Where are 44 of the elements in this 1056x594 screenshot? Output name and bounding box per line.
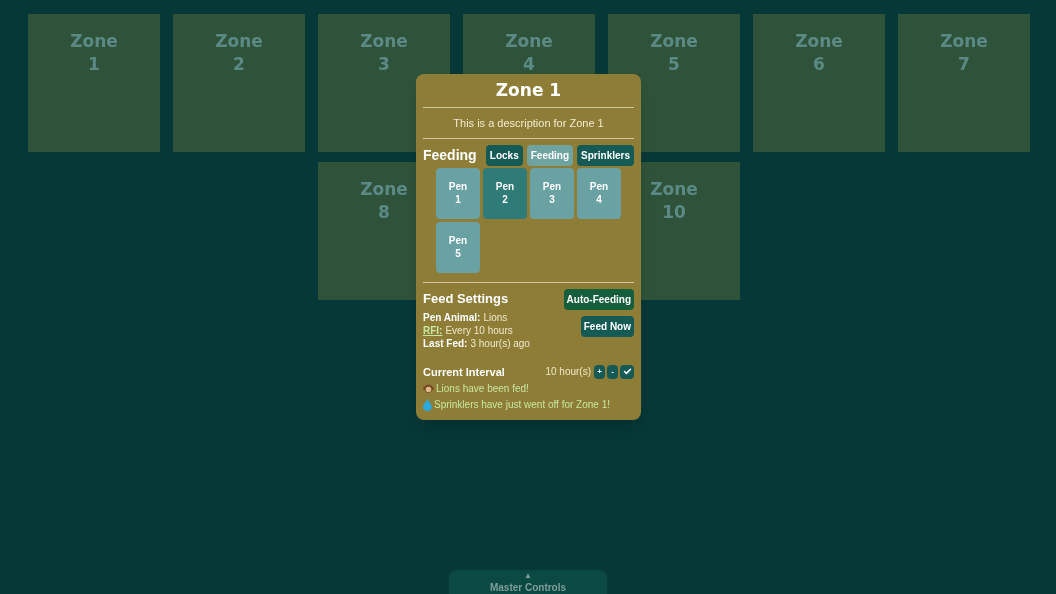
arrow-glyph: ▲ [524,571,532,581]
zone-tile[interactable]: Zone 2 [173,14,305,152]
detail-value: Lions [483,310,508,324]
detail-value: 3 hour(s) ago [470,336,530,350]
action-button[interactable]: Feed Now [580,316,634,337]
zone-label: Zone 8 [359,178,409,224]
step-button[interactable]: + [594,364,605,379]
status-message: Lions have been fed! [436,382,529,396]
interval-value: 10 hour(s) [545,365,591,380]
detail-value: Every 10 hours [445,323,513,337]
detail-link[interactable]: RFI: [423,323,443,337]
zone-label: Zone 5 [649,30,699,76]
toggle-button[interactable]: Auto-Feeding [563,289,634,310]
zone-tile[interactable]: Zone 1 [28,14,160,152]
master-controls-tab[interactable]: ▲ Master Controls [449,570,607,594]
zone-label: Zone 4 [504,30,554,76]
pen-button[interactable]: Pen 2 [483,168,527,219]
zone-label: Zone 2 [214,30,264,76]
monkey-icon [423,383,434,394]
zone-label: Zone 10 [649,178,699,224]
zone-label: Zone 1 [69,30,119,76]
detail-label: Pen Animal: [423,310,481,324]
zone-label: Zone 6 [794,30,844,76]
zone-tile[interactable]: Zone 6 [753,14,885,152]
popup-title: Zone 1 [494,79,563,102]
detail-label: Last Fed: [423,336,468,350]
master-controls-label: Master Controls [489,581,567,594]
tab[interactable]: Feeding [526,145,574,166]
interval-label: Current Interval [423,364,505,380]
status-message: Sprinklers have just went off for Zone 1! [434,398,610,412]
pen-button[interactable]: Pen 5 [436,222,480,273]
confirm-button[interactable] [620,364,634,379]
zone-tile[interactable]: Zone 7 [898,14,1030,152]
tab[interactable]: Locks [485,145,523,166]
droplet-icon [423,398,432,411]
step-button[interactable]: - [607,364,618,379]
check-icon [622,367,632,377]
tab[interactable]: Sprinklers [577,145,634,166]
zone-description: This is a description for Zone 1 [452,115,605,131]
pen-button[interactable]: Pen 3 [530,168,574,219]
pen-button[interactable]: Pen 4 [577,168,621,219]
zone-label: Zone 7 [939,30,989,76]
pen-button[interactable]: Pen 1 [436,168,480,219]
zone-label: Zone 3 [359,30,409,76]
